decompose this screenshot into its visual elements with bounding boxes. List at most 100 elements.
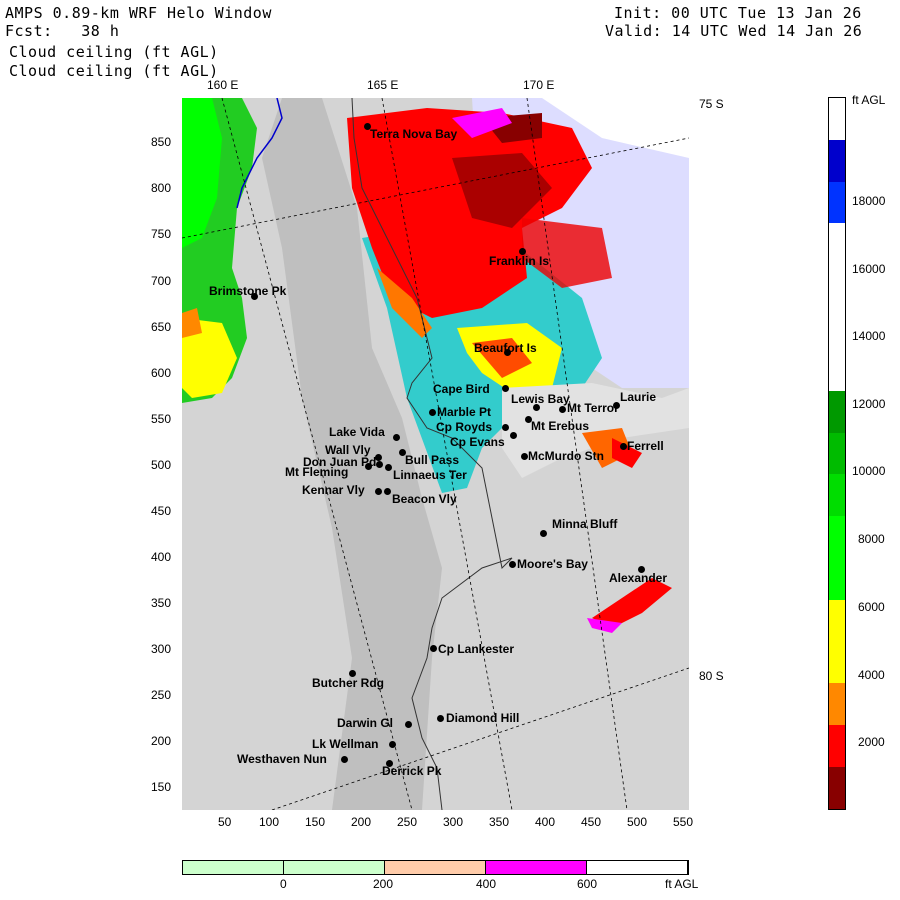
init-time: Init: 00 UTC Tue 13 Jan 26 xyxy=(614,4,862,22)
colorbar-swatch xyxy=(829,432,845,475)
y-tick-label: 150 xyxy=(151,780,172,794)
colorbar-swatch xyxy=(829,557,845,600)
station-dot xyxy=(510,432,517,439)
y-tick-label: 200 xyxy=(151,734,172,748)
station-label: Cape Bird xyxy=(433,382,490,396)
colorbar-label: 18000 xyxy=(852,194,886,208)
y-tick-label: 450 xyxy=(151,504,172,518)
colorbar-swatch xyxy=(829,390,845,433)
station-label: Beaufort Is xyxy=(474,341,537,355)
station-label: Cp Lankester xyxy=(438,642,515,656)
x-tick-label: 350 xyxy=(489,815,510,829)
low-colorbar-swatch xyxy=(587,861,688,874)
x-tick-label: 300 xyxy=(443,815,464,829)
y-tick-label: 400 xyxy=(151,550,172,564)
y-tick-label: 500 xyxy=(151,458,172,472)
y-tick-label: 600 xyxy=(151,366,172,380)
station-label: Lewis Bay xyxy=(511,392,570,406)
station-label: Moore's Bay xyxy=(517,557,588,571)
station-label: Alexander xyxy=(609,571,668,585)
low-colorbar-swatch xyxy=(385,861,486,874)
x-tick-label: 550 xyxy=(673,815,694,829)
field-name-2: Cloud ceiling (ft AGL) xyxy=(9,62,219,80)
y-tick-label: 850 xyxy=(151,135,172,149)
colorbar-swatch xyxy=(829,223,845,266)
low-colorbar-swatch xyxy=(486,861,587,874)
y-tick-label: 750 xyxy=(151,227,172,241)
colorbar-unit: ft AGL xyxy=(852,93,886,107)
field-name-1: Cloud ceiling (ft AGL) xyxy=(9,43,219,61)
x-tick-label: 50 xyxy=(218,815,232,829)
low-colorbar-label: 600 xyxy=(577,877,598,891)
station-label: Westhaven Nun xyxy=(237,752,327,766)
lon-label: 165 E xyxy=(367,78,399,92)
station-dot xyxy=(502,385,509,392)
station-label: McMurdo Stn xyxy=(528,449,604,463)
colorbar-swatch xyxy=(829,725,845,767)
colorbar-label: 10000 xyxy=(852,464,886,478)
x-tick-label: 500 xyxy=(627,815,648,829)
colorbar-label: 16000 xyxy=(852,262,886,276)
lat-label: 75 S xyxy=(699,97,724,111)
station-label: Marble Pt xyxy=(437,405,492,419)
station-label: Brimstone Pk xyxy=(209,284,287,298)
x-tick-label: 150 xyxy=(305,815,326,829)
lon-label: 160 E xyxy=(207,78,239,92)
low-colorbar-swatch xyxy=(284,861,385,874)
station-label: Derrick Pk xyxy=(382,764,442,778)
colorbar-swatch xyxy=(829,139,845,182)
station-dot xyxy=(385,464,392,471)
low-ceiling-colorbar xyxy=(182,860,689,875)
station-dot xyxy=(559,406,566,413)
y-tick-label: 800 xyxy=(151,181,172,195)
station-dot xyxy=(393,434,400,441)
y-tick-label: 350 xyxy=(151,596,172,610)
station-label: Lake Vida xyxy=(329,425,385,439)
station-label: Cp Royds xyxy=(436,420,493,434)
station-label: Franklin Is xyxy=(489,254,550,268)
station-label: Linnaeus Ter xyxy=(393,468,467,482)
y-tick-label: 550 xyxy=(151,412,172,426)
station-label: Laurie xyxy=(620,390,657,404)
cloud-ceiling-colorbar xyxy=(828,97,846,810)
colorbar-swatch xyxy=(829,599,845,642)
low-colorbar-label: 200 xyxy=(373,877,394,891)
colorbar-swatch xyxy=(829,516,845,558)
colorbar-label: 12000 xyxy=(852,397,886,411)
colorbar-swatch xyxy=(829,683,845,726)
station-label: Bull Pass xyxy=(405,453,460,467)
station-dot xyxy=(384,488,391,495)
station-label: Butcher Rdg xyxy=(312,676,384,690)
station-dot xyxy=(341,756,348,763)
station-label: Terra Nova Bay xyxy=(370,127,458,141)
colorbar-label: 8000 xyxy=(858,532,885,546)
map-panel: Terra Nova Bay Franklin Is Brimstone Pk … xyxy=(182,98,689,810)
station-label: Diamond Hill xyxy=(446,711,520,725)
low-colorbar-swatch xyxy=(183,861,284,874)
station-dot xyxy=(375,488,382,495)
x-tick-label: 450 xyxy=(581,815,602,829)
x-tick-label: 200 xyxy=(351,815,372,829)
low-colorbar-label: 400 xyxy=(476,877,497,891)
station-dot xyxy=(620,443,627,450)
colorbar-swatch xyxy=(829,474,845,517)
station-dot xyxy=(429,409,436,416)
station-label: Lk Wellman xyxy=(312,737,379,751)
station-label: Mt Terror xyxy=(567,401,619,415)
low-colorbar-label: 0 xyxy=(280,877,287,891)
station-dot xyxy=(405,721,412,728)
y-tick-label: 650 xyxy=(151,320,172,334)
x-tick-label: 400 xyxy=(535,815,556,829)
lon-label: 170 E xyxy=(523,78,555,92)
lat-label: 80 S xyxy=(699,669,724,683)
colorbar-label: 2000 xyxy=(858,735,885,749)
colorbar-label: 6000 xyxy=(858,600,885,614)
colorbar-swatch xyxy=(829,265,845,308)
x-tick-label: 250 xyxy=(397,815,418,829)
station-label: Darwin Gl xyxy=(337,716,394,730)
station-label: Beacon Vly xyxy=(392,492,457,506)
station-dot xyxy=(509,561,516,568)
station-label: Mt Fleming xyxy=(285,465,349,479)
station-label: Minna Bluff xyxy=(552,517,618,531)
low-colorbar-unit: ft AGL xyxy=(665,877,699,891)
